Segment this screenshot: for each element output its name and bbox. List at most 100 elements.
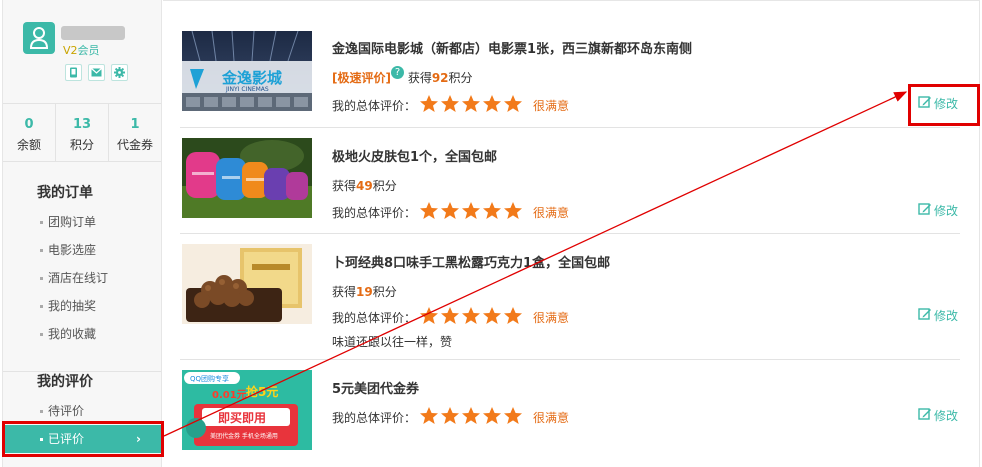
satisfaction-text: 很满意	[533, 99, 570, 113]
star-rating	[419, 201, 523, 224]
edit-review-button[interactable]: 修改	[918, 307, 958, 324]
star-icon	[440, 94, 460, 117]
star-icon	[482, 306, 502, 329]
stat-points[interactable]: 13 积分	[56, 104, 109, 161]
edit-icon	[918, 307, 932, 324]
satisfaction-text: 很满意	[533, 311, 570, 325]
list-item: QQ团购专享 0.01元 抢5元 即买即用 美团代金券 手机全场通用 5元美团代…	[180, 360, 960, 467]
fast-review-tag: [极速评价]	[332, 71, 391, 85]
edit-label: 修改	[933, 309, 958, 323]
rating-label: 我的总体评价：	[332, 311, 417, 325]
orders-nav: 团购订单 电影选座 酒店在线订 我的抽奖 我的收藏	[3, 208, 161, 348]
nav-my-lottery[interactable]: 我的抽奖	[3, 292, 161, 320]
gear-icon[interactable]	[111, 64, 128, 81]
orders-section-title: 我的订单	[37, 185, 93, 201]
member-level[interactable]: V2会员	[63, 42, 100, 58]
nav-reviewed[interactable]: 已评价 ›	[3, 425, 161, 453]
nav-movie-seats[interactable]: 电影选座	[3, 236, 161, 264]
item-title[interactable]: 极地火皮肤包1个，全国包邮	[332, 146, 497, 165]
user-icon	[29, 27, 49, 49]
item-rating: 我的总体评价： 很满意	[332, 306, 569, 329]
star-rating	[419, 406, 523, 429]
item-title[interactable]: 5元美团代金券	[332, 378, 419, 397]
edit-review-button[interactable]: 修改	[918, 95, 958, 112]
item-points: 获得19积分	[332, 285, 397, 299]
stat-balance[interactable]: 0 余额	[3, 104, 56, 161]
points-label: 积分	[69, 138, 94, 152]
review-list: 金逸影城 JINYI CINEMAS 金逸国际电影城（新都店）电影票1张，西三旗…	[163, 0, 980, 467]
svg-text:金逸影城: 金逸影城	[221, 69, 282, 87]
profile-quick-icons	[65, 64, 128, 81]
edit-label: 修改	[933, 409, 958, 423]
stat-vouchers[interactable]: 1 代金券	[109, 104, 161, 161]
sidebar: V2会员 0 余额 13 积分 1 代金券 我的订单 团购订单 电影选座 酒店在…	[2, 0, 162, 467]
svg-text:美团代金券 手机全场通用: 美团代金券 手机全场通用	[210, 432, 278, 440]
nav-my-favorites[interactable]: 我的收藏	[3, 320, 161, 348]
reviews-title-wrap: 我的评价	[3, 371, 161, 391]
vouchers-label: 代金券	[116, 138, 153, 152]
cinema-thumbnail[interactable]: 金逸影城 JINYI CINEMAS	[182, 31, 312, 111]
star-icon	[440, 201, 460, 224]
list-item: 金逸影城 JINYI CINEMAS 金逸国际电影城（新都店）电影票1张，西三旗…	[180, 1, 960, 128]
svg-text:0.01元: 0.01元	[212, 389, 247, 401]
star-icon	[419, 406, 439, 429]
item-rating: 我的总体评价： 很满意	[332, 406, 569, 429]
balance-value: 0	[24, 117, 34, 132]
list-item: 卜珂经典8口味手工黑松露巧克力1盒，全国包邮 获得19积分 我的总体评价： 很满…	[180, 234, 960, 360]
star-icon	[419, 306, 439, 329]
nav-hotel-booking[interactable]: 酒店在线订	[3, 264, 161, 292]
avatar[interactable]	[23, 22, 55, 54]
edit-label: 修改	[933, 97, 958, 111]
profile-panel: V2会员	[3, 0, 161, 104]
chocolate-thumbnail[interactable]	[182, 244, 312, 324]
edit-review-button[interactable]: 修改	[918, 202, 958, 219]
edit-label: 修改	[933, 204, 958, 218]
star-icon	[482, 201, 502, 224]
star-icon	[440, 406, 460, 429]
edit-icon	[918, 202, 932, 219]
rating-label: 我的总体评价：	[332, 99, 417, 113]
chevron-right-icon: ›	[136, 432, 141, 446]
star-icon	[503, 406, 523, 429]
review-comment: 味道还跟以往一样，赞	[332, 335, 453, 349]
star-rating	[419, 306, 523, 329]
star-icon	[440, 306, 460, 329]
star-icon	[461, 94, 481, 117]
orders-section: 我的订单	[3, 182, 161, 202]
username-masked	[61, 26, 125, 40]
rating-label: 我的总体评价：	[332, 411, 417, 425]
coupon-thumbnail[interactable]: QQ团购专享 0.01元 抢5元 即买即用 美团代金券 手机全场通用	[182, 370, 312, 450]
mail-icon[interactable]	[88, 64, 105, 81]
star-icon	[503, 94, 523, 117]
star-icon	[419, 201, 439, 224]
reviews-section-title: 我的评价	[37, 374, 93, 390]
account-stats: 0 余额 13 积分 1 代金券	[3, 104, 161, 162]
list-item: 极地火皮肤包1个，全国包邮 获得49积分 我的总体评价： 很满意 修改	[180, 128, 960, 234]
rating-label: 我的总体评价：	[332, 206, 417, 220]
satisfaction-text: 很满意	[533, 411, 570, 425]
nav-pending-review[interactable]: 待评价	[3, 397, 161, 425]
edit-icon	[918, 407, 932, 424]
points-value: 13	[72, 117, 92, 132]
item-points: 获得49积分	[332, 179, 397, 193]
item-title[interactable]: 卜珂经典8口味手工黑松露巧克力1盒，全国包邮	[332, 252, 610, 271]
edit-review-button[interactable]: 修改	[918, 407, 958, 424]
star-icon	[503, 306, 523, 329]
vouchers-value: 1	[130, 117, 140, 132]
satisfaction-text: 很满意	[533, 206, 570, 220]
svg-text:抢5元: 抢5元	[246, 384, 278, 399]
item-rating: 我的总体评价： 很满意	[332, 201, 569, 224]
star-icon	[461, 306, 481, 329]
help-icon[interactable]: ?	[390, 66, 404, 79]
star-rating	[419, 94, 523, 117]
svg-text:QQ团购专享: QQ团购专享	[190, 374, 229, 383]
backpack-thumbnail[interactable]	[182, 138, 312, 218]
edit-icon	[918, 95, 932, 112]
star-icon	[419, 94, 439, 117]
nav-group-orders[interactable]: 团购订单	[3, 208, 161, 236]
star-icon	[461, 201, 481, 224]
item-title[interactable]: 金逸国际电影城（新都店）电影票1张，西三旗新都环岛东南侧	[332, 38, 692, 57]
star-icon	[461, 406, 481, 429]
phone-icon[interactable]	[65, 64, 82, 81]
item-rating: 我的总体评价： 很满意	[332, 94, 569, 117]
